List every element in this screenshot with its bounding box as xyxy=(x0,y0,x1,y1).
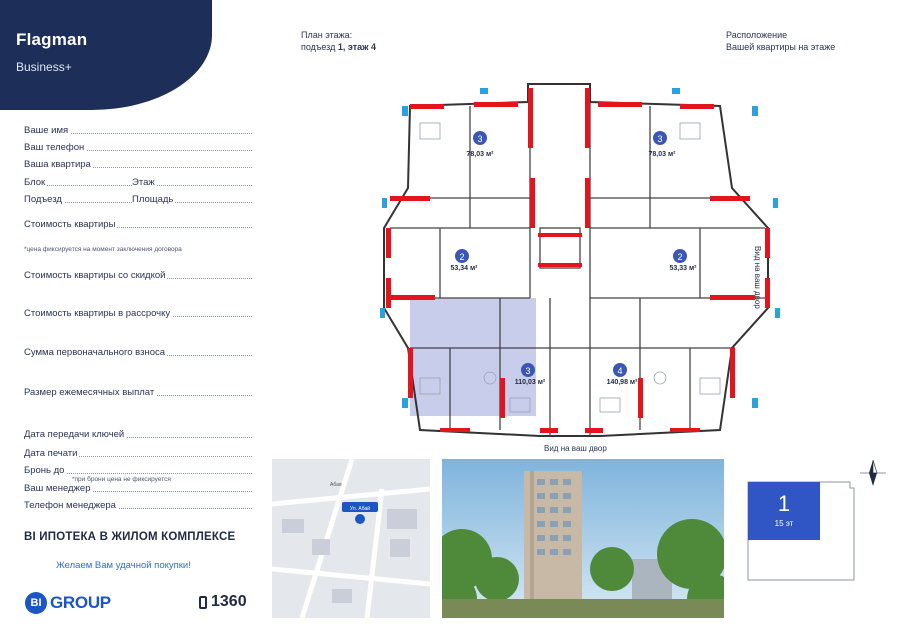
map-pin-icon xyxy=(355,514,365,524)
form-reserve: Бронь до xyxy=(24,465,252,476)
bi-logo-text: GROUP xyxy=(50,593,111,612)
header-banner xyxy=(0,0,212,110)
form-block-floor: Блок Этаж xyxy=(24,177,252,188)
svg-text:53,33 м²: 53,33 м² xyxy=(670,265,698,272)
phone-number: 1360 xyxy=(199,593,247,611)
unit-badge-2: 3 78,03 м² xyxy=(649,131,677,158)
selected-apartment-area xyxy=(410,298,502,416)
svg-text:78,03 м²: 78,03 м² xyxy=(467,151,495,158)
form-price-discount: Стоимость квартиры со скидкой xyxy=(24,270,252,281)
price-note: *цена фиксируется на момент заключения д… xyxy=(24,246,182,253)
wish-text: Желаем Вам удачной покупки! xyxy=(56,560,191,571)
form-manager: Ваш менеджер xyxy=(24,483,252,494)
location-line1: Расположение xyxy=(726,30,788,40)
svg-text:2: 2 xyxy=(459,252,464,262)
location-line2: Вашей квартиры на этаже xyxy=(726,42,836,52)
svg-text:110,03 м²: 110,03 м² xyxy=(515,379,546,386)
ground xyxy=(442,599,724,618)
form-manager-phone: Телефон менеджера xyxy=(24,500,252,511)
svg-text:2: 2 xyxy=(677,252,682,262)
svg-text:53,34 м²: 53,34 м² xyxy=(451,265,479,272)
compass-icon xyxy=(860,459,886,486)
location-title: Расположение Вашей квартиры на этаже xyxy=(726,29,835,53)
plan-title: План этажа: подъезд 1, этаж 4 xyxy=(301,29,376,53)
bi-logo-circle: BI xyxy=(25,592,47,614)
form-entrance-area: Подъезд Площадь xyxy=(24,194,252,205)
unit-badge-6: 4 140,98 м² xyxy=(607,363,639,386)
bi-group-logo: BI GROUP xyxy=(25,592,111,614)
plan-title-line1: План этажа: xyxy=(301,30,353,40)
unit-badge-4: 2 53,33 м² xyxy=(670,249,698,272)
plan-title-entrance-floor: 1, этаж 4 xyxy=(337,42,377,52)
svg-text:3: 3 xyxy=(525,366,530,376)
svg-text:4: 4 xyxy=(617,366,622,376)
promo-text: BI ИПОТЕКА В ЖИЛОМ КОМПЛЕКСЕ xyxy=(24,531,236,543)
map-drawing: Ул. Абай Абая xyxy=(272,459,430,618)
floor-locator: 1 15 эт xyxy=(747,481,855,581)
form-phone: Ваш телефон xyxy=(24,142,252,153)
form-apartment: Ваша квартира xyxy=(24,159,252,170)
form-down-payment: Сумма первоначального взноса xyxy=(24,347,252,358)
unit-badge-1: 3 78,03 м² xyxy=(467,131,495,158)
svg-text:3: 3 xyxy=(657,134,662,144)
form-print-date: Дата печати xyxy=(24,448,252,459)
form-price: Стоимость квартиры xyxy=(24,219,252,230)
render-image xyxy=(442,459,724,618)
reserve-note: *при брони цена не фиксируется xyxy=(72,476,171,483)
svg-text:140,98 м²: 140,98 м² xyxy=(607,379,639,386)
form-price-installment: Стоимость квартиры в рассрочку xyxy=(24,308,252,319)
unit-badge-3: 2 53,34 м² xyxy=(451,249,479,272)
location-map: Ул. Абай Абая xyxy=(272,459,430,618)
map-street-label: Абая xyxy=(330,482,342,488)
plan-title-prefix: подъезд xyxy=(301,42,338,52)
floor-label: 15 эт xyxy=(775,519,794,528)
floor-plan: 378,03 м² 378,03 м² 253,34 м² 253,33 м² … xyxy=(380,83,780,437)
building-render xyxy=(442,459,724,618)
brand-subtitle: Business+ xyxy=(16,60,72,74)
phone-icon xyxy=(199,595,207,609)
phone-number-text: 1360 xyxy=(211,593,247,610)
bottom-view-label: Вид на ваш двор xyxy=(544,444,607,453)
map-pin-label: Ул. Абай xyxy=(350,505,370,512)
svg-text:78,03 м²: 78,03 м² xyxy=(649,151,677,158)
svg-text:3: 3 xyxy=(477,134,482,144)
floor-number: 1 xyxy=(778,491,790,516)
brand-title: Flagman xyxy=(16,30,88,49)
form-name: Ваше имя xyxy=(24,125,252,136)
form-monthly-payment: Размер ежемесячных выплат xyxy=(24,387,252,398)
form-key-date: Дата передачи ключей xyxy=(24,429,252,440)
